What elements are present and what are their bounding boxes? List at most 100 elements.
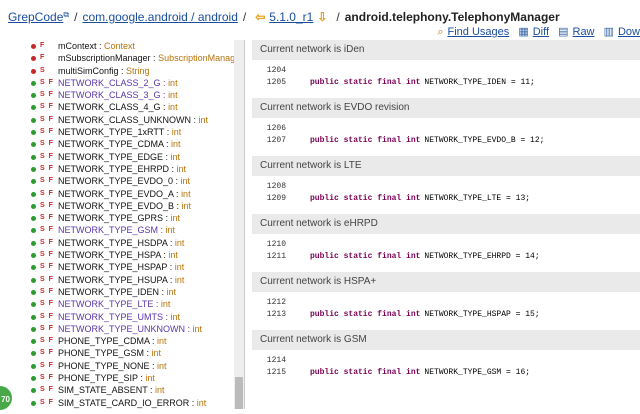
member-item[interactable]: S F NETWORK_TYPE_EVDO_A : int (0, 188, 244, 200)
member-item[interactable]: S F NETWORK_TYPE_EVDO_0 : int (0, 175, 244, 187)
member-item[interactable]: S F PHONE_TYPE_SIP : int (0, 372, 244, 384)
diff-icon: ▦ (518, 26, 529, 38)
member-item[interactable]: S F NETWORK_TYPE_EHRPD : int (0, 163, 244, 175)
member-item[interactable]: S F PHONE_TYPE_CDMA : int (0, 335, 244, 347)
member-label[interactable]: SIM_STATE_ABSENT : int (58, 384, 165, 396)
member-type: int (174, 262, 185, 273)
member-item[interactable]: S F PHONE_TYPE_NONE : int (0, 360, 244, 372)
member-label[interactable]: NETWORK_CLASS_4_G : int (58, 101, 178, 113)
member-label[interactable]: NETWORK_TYPE_UMTS : int (58, 311, 180, 323)
member-item[interactable]: S F NETWORK_TYPE_HSUPA : int (0, 274, 244, 286)
member-label[interactable]: SIM_STATE_CARD_IO_ERROR : int (58, 397, 206, 409)
member-item[interactable]: S F NETWORK_CLASS_2_G : int (0, 77, 244, 89)
member-label[interactable]: NETWORK_TYPE_LTE : int (58, 298, 170, 310)
member-item[interactable]: S F NETWORK_TYPE_GSM : int (0, 224, 244, 236)
top-bar: GrepCode⧉ / com.google.android / android / ⇦… (0, 0, 640, 40)
member-label[interactable]: NETWORK_TYPE_EVDO_A : int (58, 188, 191, 200)
member-item[interactable]: S F NETWORK_TYPE_LTE : int (0, 298, 244, 310)
member-item[interactable]: S F NETWORK_TYPE_CDMA : int (0, 138, 244, 150)
member-item[interactable]: S F NETWORK_TYPE_HSDPA : int (0, 237, 244, 249)
member-label[interactable]: NETWORK_CLASS_2_G : int (58, 77, 178, 89)
code-line: 1215 public static final int NETWORK_TYPE_… (252, 367, 640, 379)
public-member-icon (31, 351, 36, 357)
member-type: int (168, 77, 178, 88)
member-label[interactable]: NETWORK_TYPE_GPRS : int (58, 212, 180, 224)
member-label[interactable]: NETWORK_TYPE_EDGE : int (58, 151, 180, 163)
member-label[interactable]: NETWORK_TYPE_EHRPD : int (58, 163, 186, 175)
member-item[interactable]: S F NETWORK_TYPE_HSPAP : int (0, 261, 244, 273)
member-label[interactable]: NETWORK_TYPE_HSPA : int (58, 249, 178, 261)
member-label[interactable]: NETWORK_TYPE_EVDO_0 : int (58, 175, 190, 187)
javadoc-comment: Current network is EVDO revision (252, 98, 640, 118)
member-item[interactable]: S F NETWORK_TYPE_IDEN : int (0, 286, 244, 298)
member-label[interactable]: NETWORK_CLASS_UNKNOWN : int (58, 114, 208, 126)
member-type: int (165, 225, 176, 236)
member-label[interactable]: PHONE_TYPE_GSM : int (58, 347, 161, 359)
member-item[interactable]: FmContext : Context (0, 40, 244, 52)
member-type: int (192, 323, 203, 334)
member-label[interactable]: NETWORK_TYPE_1xRTT : int (58, 126, 181, 138)
member-item[interactable]: S F PHONE_TYPE_GSM : int (0, 347, 244, 359)
member-name: NETWORK_TYPE_EVDO_B (58, 200, 175, 211)
member-item[interactable]: FmSubscriptionManager : SubscriptionMana… (0, 52, 244, 64)
member-item[interactable]: S F NETWORK_TYPE_UMTS : int (0, 311, 244, 323)
member-label[interactable]: NETWORK_TYPE_GSM : int (58, 224, 175, 236)
member-item[interactable]: S F NETWORK_TYPE_EVDO_B : int (0, 200, 244, 212)
member-label[interactable]: NETWORK_TYPE_HSUPA : int (58, 274, 184, 286)
version-link[interactable]: 5.1.0_r1 (269, 10, 313, 24)
download-link[interactable]: Dow (618, 26, 640, 38)
find-usages-link[interactable]: Find Usages (447, 26, 509, 38)
member-label[interactable]: mSubscriptionManager : SubscriptionManag… (58, 52, 243, 64)
member-label[interactable]: mContext : Context (58, 40, 135, 52)
member-name: NETWORK_TYPE_GPRS (58, 213, 164, 224)
member-label[interactable]: NETWORK_TYPE_HSPAP : int (58, 261, 184, 273)
scrollbar-thumb[interactable] (235, 377, 243, 409)
member-name: NETWORK_TYPE_EVDO_0 (58, 176, 174, 187)
member-type: int (145, 373, 155, 384)
member-label[interactable]: NETWORK_TYPE_CDMA : int (58, 138, 181, 150)
member-item[interactable]: S F NETWORK_CLASS_4_G : int (0, 101, 244, 113)
package-link[interactable]: com.google.android / android (82, 10, 237, 24)
member-label[interactable]: NETWORK_TYPE_EVDO_B : int (58, 200, 191, 212)
diff-link[interactable]: Diff (533, 26, 549, 38)
site-link[interactable]: GrepCode (8, 10, 63, 24)
javadoc-comment: Current network is LTE (252, 156, 640, 176)
next-version-icon[interactable]: ⇩ (317, 10, 327, 24)
member-item[interactable]: S F SIM_STATE_ABSENT : int (0, 384, 244, 396)
member-label[interactable]: NETWORK_TYPE_UNKNOWN : int (58, 323, 202, 335)
outline-scrollbar[interactable] (234, 40, 244, 409)
javadoc-comment: Current network is GSM (252, 330, 640, 350)
member-type: SubscriptionManager (158, 53, 244, 64)
member-label[interactable]: NETWORK_TYPE_HSDPA : int (58, 237, 184, 249)
member-item[interactable]: S F NETWORK_CLASS_UNKNOWN : int (0, 114, 244, 126)
member-name: NETWORK_TYPE_EVDO_A (58, 188, 174, 199)
public-member-icon (31, 265, 36, 271)
member-label[interactable]: NETWORK_CLASS_3_G : int (58, 89, 178, 101)
member-label[interactable]: NETWORK_TYPE_IDEN : int (58, 286, 176, 298)
member-label[interactable]: PHONE_TYPE_NONE : int (58, 360, 167, 372)
javadoc-comment: Current network is eHRPD (252, 214, 640, 234)
code-section: Current network is eHRPD 1210 1211 public s… (252, 214, 640, 263)
modifier-icon: S F (40, 263, 54, 271)
member-item[interactable]: S F NETWORK_TYPE_GPRS : int (0, 212, 244, 224)
member-name: NETWORK_TYPE_HSPA (58, 250, 161, 261)
modifier-icon: S F (40, 91, 54, 99)
modifier-icon: S F (40, 189, 54, 197)
public-member-icon (31, 388, 36, 394)
member-label[interactable]: multiSimConfig : String (58, 65, 150, 77)
breadcrumb: GrepCode⧉ / com.google.android / android / ⇦… (8, 10, 560, 24)
previous-version-icon[interactable]: ⇦ (255, 10, 265, 24)
member-label[interactable]: PHONE_TYPE_CDMA : int (58, 335, 167, 347)
code-block: 1204 1205 public static final int NETWORK_T… (252, 60, 640, 89)
member-label[interactable]: PHONE_TYPE_SIP : int (58, 372, 155, 384)
modifier-icon: F (40, 42, 46, 49)
javadoc-comment: Current network is iDen (252, 40, 640, 60)
member-item[interactable]: S F NETWORK_CLASS_3_G : int (0, 89, 244, 101)
member-item[interactable]: S F NETWORK_TYPE_EDGE : int (0, 151, 244, 163)
member-item[interactable]: SmultiSimConfig : String (0, 65, 244, 77)
member-item[interactable]: S F NETWORK_TYPE_UNKNOWN : int (0, 323, 244, 335)
member-item[interactable]: S F NETWORK_TYPE_HSPA : int (0, 249, 244, 261)
member-item[interactable]: S F SIM_STATE_CARD_IO_ERROR : int (0, 397, 244, 409)
member-item[interactable]: S F NETWORK_TYPE_1xRTT : int (0, 126, 244, 138)
raw-link[interactable]: Raw (573, 26, 595, 38)
